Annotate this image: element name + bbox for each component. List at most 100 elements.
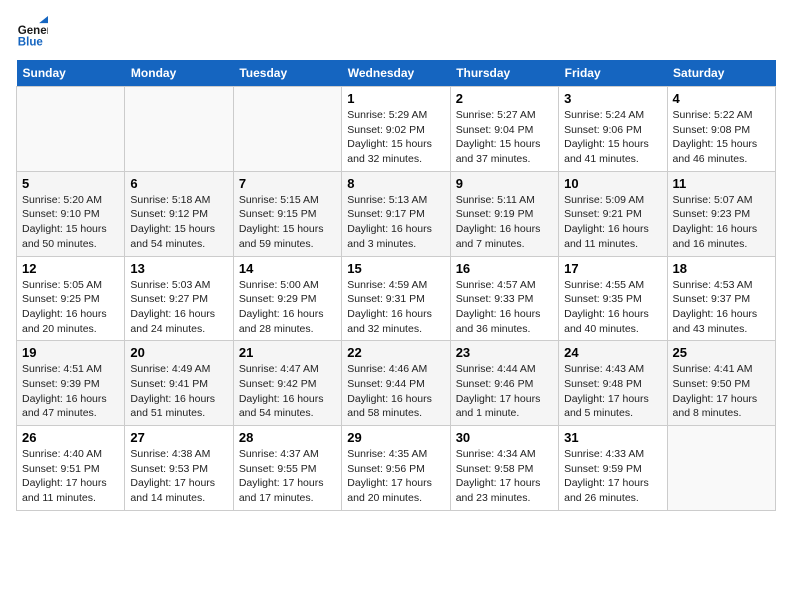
day-number: 2 — [456, 91, 553, 106]
day-cell: 3 Sunrise: 5:24 AM Sunset: 9:06 PM Daylig… — [559, 87, 667, 172]
day-info: Sunrise: 4:40 AM Sunset: 9:51 PM Dayligh… — [22, 447, 119, 506]
day-cell — [667, 426, 775, 511]
weekday-header-tuesday: Tuesday — [233, 60, 341, 87]
day-info: Sunrise: 4:34 AM Sunset: 9:58 PM Dayligh… — [456, 447, 553, 506]
svg-text:General: General — [18, 25, 48, 37]
day-number: 23 — [456, 345, 553, 360]
day-info: Sunrise: 4:47 AM Sunset: 9:42 PM Dayligh… — [239, 362, 336, 421]
day-info: Sunrise: 4:35 AM Sunset: 9:56 PM Dayligh… — [347, 447, 444, 506]
logo-icon: General Blue — [16, 16, 48, 48]
day-number: 4 — [673, 91, 770, 106]
day-info: Sunrise: 4:38 AM Sunset: 9:53 PM Dayligh… — [130, 447, 227, 506]
day-cell: 6 Sunrise: 5:18 AM Sunset: 9:12 PM Daylig… — [125, 171, 233, 256]
day-number: 13 — [130, 261, 227, 276]
svg-text:Blue: Blue — [18, 36, 44, 48]
day-number: 16 — [456, 261, 553, 276]
day-cell: 13 Sunrise: 5:03 AM Sunset: 9:27 PM Dayli… — [125, 256, 233, 341]
day-info: Sunrise: 4:44 AM Sunset: 9:46 PM Dayligh… — [456, 362, 553, 421]
week-row-1: 1Sunrise: 5:29 AM Sunset: 9:02 PM Daylig… — [17, 87, 776, 172]
day-cell: 9Sunrise: 5:11 AM Sunset: 9:19 PM Daylig… — [450, 171, 558, 256]
weekday-header-friday: Friday — [559, 60, 667, 87]
day-number: 14 — [239, 261, 336, 276]
day-number: 24 — [564, 345, 661, 360]
day-info: Sunrise: 4:41 AM Sunset: 9:50 PM Dayligh… — [673, 362, 770, 421]
day-info: Sunrise: 5:29 AM Sunset: 9:02 PM Dayligh… — [347, 108, 444, 167]
day-number: 25 — [673, 345, 770, 360]
day-cell: 20 Sunrise: 4:49 AM Sunset: 9:41 PM Dayli… — [125, 341, 233, 426]
weekday-header-saturday: Saturday — [667, 60, 775, 87]
day-cell: 28 Sunrise: 4:37 AM Sunset: 9:55 PM Dayli… — [233, 426, 341, 511]
day-info: Sunrise: 4:49 AM Sunset: 9:41 PM Dayligh… — [130, 362, 227, 421]
day-number: 5 — [22, 176, 119, 191]
day-info: Sunrise: 4:46 AM Sunset: 9:44 PM Dayligh… — [347, 362, 444, 421]
day-cell: 23 Sunrise: 4:44 AM Sunset: 9:46 PM Dayli… — [450, 341, 558, 426]
day-info: Sunrise: 5:15 AM Sunset: 9:15 PM Dayligh… — [239, 193, 336, 252]
day-cell — [125, 87, 233, 172]
day-info: Sunrise: 5:24 AM Sunset: 9:06 PM Dayligh… — [564, 108, 661, 167]
day-cell: 7Sunrise: 5:15 AM Sunset: 9:15 PM Daylig… — [233, 171, 341, 256]
day-info: Sunrise: 4:33 AM Sunset: 9:59 PM Dayligh… — [564, 447, 661, 506]
day-info: Sunrise: 4:37 AM Sunset: 9:55 PM Dayligh… — [239, 447, 336, 506]
day-number: 18 — [673, 261, 770, 276]
weekday-header-sunday: Sunday — [17, 60, 125, 87]
page-header: General Blue — [16, 16, 776, 48]
day-info: Sunrise: 5:20 AM Sunset: 9:10 PM Dayligh… — [22, 193, 119, 252]
day-cell — [233, 87, 341, 172]
weekday-header-monday: Monday — [125, 60, 233, 87]
week-row-3: 12Sunrise: 5:05 AM Sunset: 9:25 PM Dayli… — [17, 256, 776, 341]
day-cell: 27 Sunrise: 4:38 AM Sunset: 9:53 PM Dayli… — [125, 426, 233, 511]
day-cell: 12Sunrise: 5:05 AM Sunset: 9:25 PM Dayli… — [17, 256, 125, 341]
day-number: 3 — [564, 91, 661, 106]
day-cell: 30 Sunrise: 4:34 AM Sunset: 9:58 PM Dayli… — [450, 426, 558, 511]
day-cell: 24 Sunrise: 4:43 AM Sunset: 9:48 PM Dayli… — [559, 341, 667, 426]
day-number: 12 — [22, 261, 119, 276]
day-number: 11 — [673, 176, 770, 191]
calendar-table: SundayMondayTuesdayWednesdayThursdayFrid… — [16, 60, 776, 511]
day-cell: 31 Sunrise: 4:33 AM Sunset: 9:59 PM Dayli… — [559, 426, 667, 511]
day-info: Sunrise: 5:07 AM Sunset: 9:23 PM Dayligh… — [673, 193, 770, 252]
day-cell: 4 Sunrise: 5:22 AM Sunset: 9:08 PM Daylig… — [667, 87, 775, 172]
day-info: Sunrise: 5:27 AM Sunset: 9:04 PM Dayligh… — [456, 108, 553, 167]
day-number: 21 — [239, 345, 336, 360]
day-number: 17 — [564, 261, 661, 276]
day-number: 22 — [347, 345, 444, 360]
day-cell: 22 Sunrise: 4:46 AM Sunset: 9:44 PM Dayli… — [342, 341, 450, 426]
day-cell: 25 Sunrise: 4:41 AM Sunset: 9:50 PM Dayli… — [667, 341, 775, 426]
day-cell: 14Sunrise: 5:00 AM Sunset: 9:29 PM Dayli… — [233, 256, 341, 341]
week-row-5: 26 Sunrise: 4:40 AM Sunset: 9:51 PM Dayli… — [17, 426, 776, 511]
day-cell: 2 Sunrise: 5:27 AM Sunset: 9:04 PM Daylig… — [450, 87, 558, 172]
day-cell: 17 Sunrise: 4:55 AM Sunset: 9:35 PM Dayli… — [559, 256, 667, 341]
day-number: 19 — [22, 345, 119, 360]
day-info: Sunrise: 5:09 AM Sunset: 9:21 PM Dayligh… — [564, 193, 661, 252]
day-info: Sunrise: 4:59 AM Sunset: 9:31 PM Dayligh… — [347, 278, 444, 337]
day-cell — [17, 87, 125, 172]
day-number: 20 — [130, 345, 227, 360]
day-cell: 29Sunrise: 4:35 AM Sunset: 9:56 PM Dayli… — [342, 426, 450, 511]
logo: General Blue — [16, 16, 52, 48]
day-info: Sunrise: 4:43 AM Sunset: 9:48 PM Dayligh… — [564, 362, 661, 421]
day-info: Sunrise: 4:57 AM Sunset: 9:33 PM Dayligh… — [456, 278, 553, 337]
day-number: 31 — [564, 430, 661, 445]
day-number: 10 — [564, 176, 661, 191]
day-number: 28 — [239, 430, 336, 445]
day-info: Sunrise: 5:22 AM Sunset: 9:08 PM Dayligh… — [673, 108, 770, 167]
day-info: Sunrise: 5:18 AM Sunset: 9:12 PM Dayligh… — [130, 193, 227, 252]
day-cell: 5 Sunrise: 5:20 AM Sunset: 9:10 PM Daylig… — [17, 171, 125, 256]
day-info: Sunrise: 5:03 AM Sunset: 9:27 PM Dayligh… — [130, 278, 227, 337]
day-number: 6 — [130, 176, 227, 191]
day-cell: 26 Sunrise: 4:40 AM Sunset: 9:51 PM Dayli… — [17, 426, 125, 511]
day-number: 27 — [130, 430, 227, 445]
weekday-header-thursday: Thursday — [450, 60, 558, 87]
day-cell: 15Sunrise: 4:59 AM Sunset: 9:31 PM Dayli… — [342, 256, 450, 341]
day-cell: 19Sunrise: 4:51 AM Sunset: 9:39 PM Dayli… — [17, 341, 125, 426]
day-cell: 10 Sunrise: 5:09 AM Sunset: 9:21 PM Dayli… — [559, 171, 667, 256]
day-cell: 21 Sunrise: 4:47 AM Sunset: 9:42 PM Dayli… — [233, 341, 341, 426]
day-info: Sunrise: 5:11 AM Sunset: 9:19 PM Dayligh… — [456, 193, 553, 252]
week-row-2: 5 Sunrise: 5:20 AM Sunset: 9:10 PM Daylig… — [17, 171, 776, 256]
day-number: 26 — [22, 430, 119, 445]
day-number: 8 — [347, 176, 444, 191]
day-info: Sunrise: 4:55 AM Sunset: 9:35 PM Dayligh… — [564, 278, 661, 337]
day-number: 30 — [456, 430, 553, 445]
weekday-header-row: SundayMondayTuesdayWednesdayThursdayFrid… — [17, 60, 776, 87]
day-info: Sunrise: 5:13 AM Sunset: 9:17 PM Dayligh… — [347, 193, 444, 252]
